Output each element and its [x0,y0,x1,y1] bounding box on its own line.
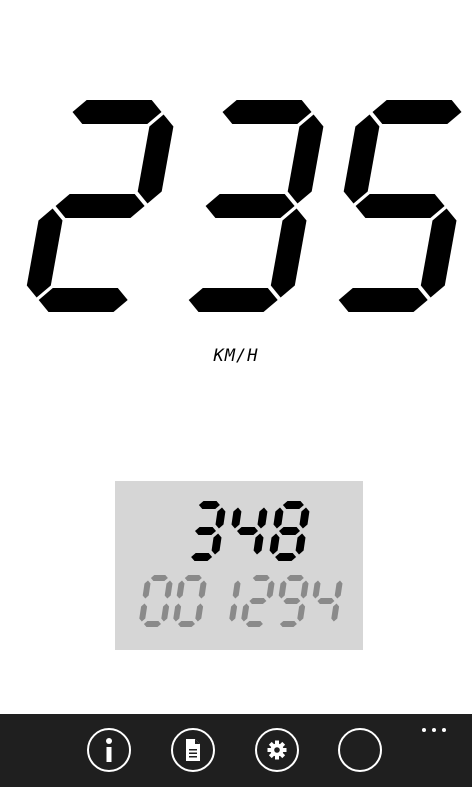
speed-digit [188,100,324,312]
total-digit [173,575,207,627]
more-options-button[interactable] [420,724,450,738]
speed-digit [26,100,174,312]
speed-readout [26,100,462,312]
info-button[interactable] [87,728,131,772]
total-digit [229,580,241,622]
total-digit [241,575,275,627]
speed-unit-label: KM/H [213,346,259,366]
ellipsis-icon [422,728,426,732]
app-bar [0,714,472,787]
circle-icon [350,740,370,760]
document-button[interactable] [171,728,215,772]
speed-digit [338,100,462,312]
settings-button[interactable] [255,728,299,772]
document-icon [186,739,200,761]
total-digit [139,575,173,627]
odometer-panel [115,481,363,650]
info-icon [106,738,112,762]
gear-icon [267,740,287,760]
circle-button[interactable] [338,728,382,772]
total-digit [278,575,309,627]
total-digit [312,580,343,622]
total-distance-readout [139,575,343,627]
